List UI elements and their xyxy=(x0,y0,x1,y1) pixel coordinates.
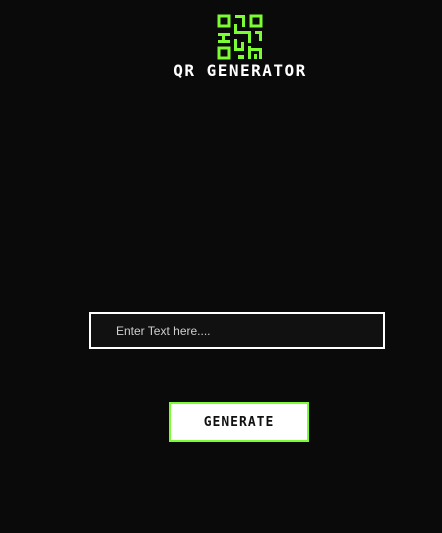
app-logo: QR GENERATOR xyxy=(170,14,310,84)
text-input[interactable] xyxy=(91,314,383,347)
generate-button[interactable]: GENERATE xyxy=(169,402,309,442)
logo-title: QR GENERATOR xyxy=(173,61,307,80)
text-input-container xyxy=(89,312,385,349)
qr-code-icon xyxy=(217,14,263,60)
qr-generator-page: QR GENERATOR GENERATE xyxy=(0,0,442,533)
